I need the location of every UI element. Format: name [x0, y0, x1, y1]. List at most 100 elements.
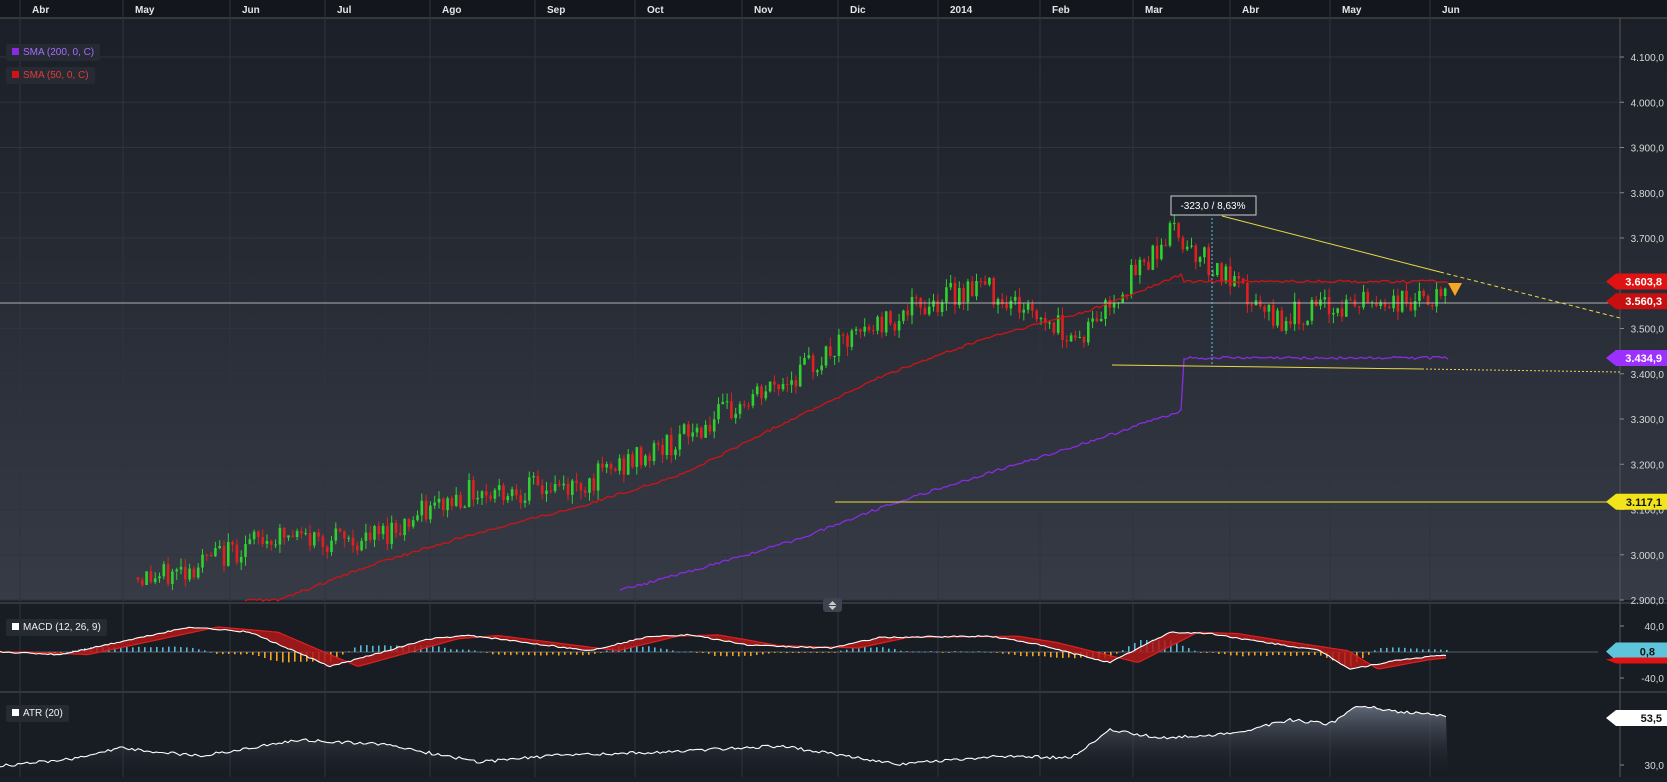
macd-histogram-bar	[690, 651, 692, 653]
candle-body	[988, 277, 991, 285]
candle-body	[1216, 263, 1219, 276]
collapse-handle[interactable]	[823, 598, 842, 612]
month-label: Jun	[242, 5, 260, 16]
legend-sma200[interactable]: SMA (200, 0, C)	[6, 44, 101, 61]
candle-body	[1048, 322, 1051, 324]
macd-histogram-bar	[1386, 647, 1388, 652]
macd-histogram-bar	[906, 651, 908, 652]
price-tick-label: 3.500,0	[1631, 325, 1665, 336]
macd-histogram-bar	[894, 648, 896, 652]
macd-histogram-bar	[942, 652, 944, 653]
candle-body	[678, 433, 682, 450]
macd-histogram-bar	[768, 652, 770, 654]
legend-macd[interactable]: MACD (12, 26, 9)	[6, 619, 107, 636]
legend-sma50[interactable]: SMA (50, 0, C)	[6, 67, 95, 84]
candle-body	[958, 288, 961, 306]
candle-body	[175, 569, 178, 572]
candle-body	[1022, 309, 1026, 313]
candle-body	[1293, 301, 1296, 325]
candle-body	[704, 424, 707, 438]
candle-body	[721, 401, 725, 405]
candle-body	[399, 532, 402, 536]
candle-body	[738, 404, 742, 414]
candle-body	[1074, 335, 1077, 338]
candle-body	[915, 296, 918, 299]
macd-histogram-bar	[636, 645, 638, 652]
candle-body	[691, 432, 694, 437]
macd-histogram-bar	[342, 652, 344, 655]
macd-histogram-bar	[702, 652, 704, 653]
month-label: 2014	[950, 5, 973, 16]
candle-body	[902, 310, 905, 321]
candle-body	[1134, 264, 1137, 276]
macd-histogram-bar	[648, 646, 650, 652]
macd-histogram-bar	[474, 650, 476, 652]
candle-body	[252, 531, 256, 540]
candle-body	[1357, 306, 1361, 308]
candle-body	[669, 435, 673, 456]
candle-body	[661, 444, 664, 456]
measure-label-text: -323,0 / 8,63%	[1180, 201, 1245, 212]
candle-body	[867, 326, 871, 331]
macd-histogram-bar	[828, 652, 830, 653]
macd-histogram-bar	[252, 652, 254, 655]
macd-histogram-bar	[348, 651, 350, 653]
macd-histogram-bar	[1218, 652, 1220, 655]
candle-body	[1263, 306, 1266, 312]
macd-histogram-bar	[1266, 652, 1268, 656]
macd-histogram-bar	[834, 652, 836, 653]
macd-histogram-bar	[486, 652, 488, 653]
macd-histogram-bar	[1062, 652, 1064, 658]
candle-body	[1396, 295, 1400, 312]
candle-body	[136, 577, 140, 580]
candle-body	[1418, 290, 1421, 302]
candle-body	[472, 480, 475, 500]
tag-last-price-text: 3.560,3	[1625, 296, 1662, 308]
candle-body	[966, 281, 970, 303]
candle-body	[639, 447, 643, 466]
candle-body	[777, 384, 780, 390]
macd-histogram-bar	[198, 649, 200, 652]
candle-body	[231, 542, 234, 545]
candle-body	[420, 500, 424, 516]
candle-body	[1400, 290, 1404, 312]
candle-body	[1112, 303, 1116, 308]
legend-atr[interactable]: ATR (20)	[6, 705, 69, 722]
month-label: Mar	[1145, 5, 1163, 16]
candle-body	[1130, 264, 1133, 295]
stock-chart: Abr May Jun Jul Ago Sep Oct Nov Dic 2014 Feb Mar Abr…	[0, 0, 1667, 777]
candle-body	[996, 299, 1000, 305]
macd-histogram-bar	[372, 645, 374, 652]
macd-histogram-bar	[786, 652, 788, 654]
candle-body	[829, 346, 832, 357]
macd-histogram-bar	[1410, 648, 1412, 652]
macd-tick-label: 40,0	[1645, 622, 1665, 633]
candle-body	[201, 554, 204, 568]
candle-body	[502, 485, 505, 501]
macd-histogram-bar	[204, 650, 206, 652]
candle-body	[523, 500, 527, 503]
macd-histogram-bar	[126, 647, 128, 652]
candle-body	[153, 578, 157, 583]
macd-tick-label: -40,0	[1641, 674, 1664, 685]
macd-histogram-bar	[1296, 652, 1298, 656]
candle-body	[390, 522, 393, 544]
price-panel-bg	[0, 18, 1667, 600]
macd-histogram-bar	[1446, 649, 1448, 652]
legend-label-sma200: SMA (200, 0, C)	[23, 47, 95, 58]
macd-histogram-bar	[1272, 652, 1274, 656]
macd-histogram-bar	[696, 652, 698, 653]
candle-body	[549, 490, 553, 492]
candle-body	[510, 489, 514, 497]
candle-body	[1228, 266, 1232, 287]
candle-body	[1031, 303, 1034, 311]
macd-histogram-bar	[1362, 652, 1364, 658]
macd-histogram-bar	[552, 652, 554, 655]
candle-body	[1164, 244, 1167, 246]
candle-body	[1405, 290, 1408, 304]
candle-body	[876, 316, 879, 331]
candle-body	[450, 498, 454, 506]
macd-histogram-bar	[582, 652, 584, 656]
candle-body	[1435, 289, 1438, 307]
macd-histogram-bar	[930, 651, 932, 652]
